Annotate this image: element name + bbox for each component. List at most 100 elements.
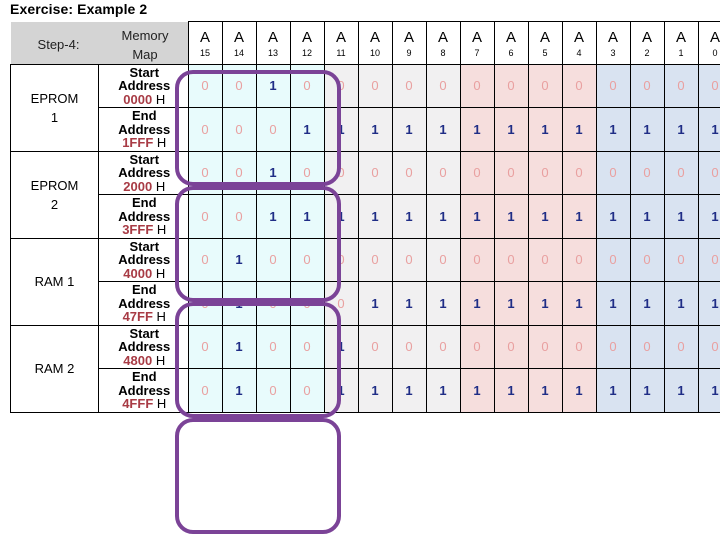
bit-cell: 0 <box>630 325 664 369</box>
bit-cell: 1 <box>494 282 528 326</box>
bit-cell: 0 <box>630 151 664 195</box>
bit-cell: 0 <box>426 325 460 369</box>
table-header-row: Step-4:MemoryMapA15A14A13A12A11A10A9A8A7… <box>11 22 720 65</box>
bit-cell: 0 <box>222 108 256 152</box>
address-kind-label: Start <box>104 327 185 341</box>
address-prefix: A <box>223 30 256 45</box>
address-word-label: Address <box>104 297 185 311</box>
bit-cell: 1 <box>664 369 698 413</box>
bit-cell: 0 <box>358 238 392 282</box>
device-name-line-2: 1 <box>11 108 98 127</box>
hex-address-line: 47FF H <box>104 310 185 324</box>
bit-cell: 1 <box>698 108 720 152</box>
bit-cell: 1 <box>358 282 392 326</box>
bit-cell: 0 <box>630 64 664 108</box>
device-name-cell: RAM 2 <box>11 325 99 412</box>
address-index: 2 <box>631 49 664 58</box>
address-line-header-A9: A9 <box>392 22 426 65</box>
bit-cell: 0 <box>630 238 664 282</box>
bit-cell: 1 <box>358 108 392 152</box>
bit-cell: 1 <box>664 282 698 326</box>
hex-suffix: H <box>156 266 165 281</box>
hex-address-value: 47FF <box>123 309 153 324</box>
bit-cell: 0 <box>562 64 596 108</box>
table-row: EPROM1StartAddress0000 H0010000000000000 <box>11 64 720 108</box>
device-name-cell: EPROM1 <box>11 64 99 151</box>
header-map-line-1: Memory <box>122 28 169 43</box>
address-prefix: A <box>189 30 222 45</box>
bit-cell: 0 <box>596 325 630 369</box>
address-prefix: A <box>699 30 720 45</box>
table-row: EndAddress1FFF H0001111111111111 <box>11 108 720 152</box>
address-kind-label: End <box>104 283 185 297</box>
highlight-box <box>175 418 341 534</box>
bit-cell: 1 <box>392 195 426 239</box>
bit-cell: 1 <box>290 108 324 152</box>
address-prefix: A <box>665 30 698 45</box>
bit-cell: 0 <box>426 64 460 108</box>
bit-cell: 1 <box>222 369 256 413</box>
address-prefix: A <box>529 30 562 45</box>
bit-cell: 1 <box>562 195 596 239</box>
bit-cell: 1 <box>596 369 630 413</box>
address-index: 9 <box>393 49 426 58</box>
address-prefix: A <box>461 30 494 45</box>
bit-cell: 1 <box>494 369 528 413</box>
hex-address-value: 4000 <box>123 266 152 281</box>
bit-cell: 1 <box>528 108 562 152</box>
bit-cell: 1 <box>256 151 290 195</box>
bit-cell: 0 <box>256 282 290 326</box>
hex-address-value: 1FFF <box>122 135 153 150</box>
address-descriptor-cell: StartAddress2000 H <box>99 151 189 195</box>
bit-cell: 1 <box>222 238 256 282</box>
bit-cell: 1 <box>630 108 664 152</box>
device-name-cell: RAM 1 <box>11 238 99 325</box>
bit-cell: 0 <box>460 325 494 369</box>
bit-cell: 1 <box>528 282 562 326</box>
bit-cell: 0 <box>358 151 392 195</box>
bit-cell: 0 <box>426 238 460 282</box>
bit-cell: 1 <box>596 282 630 326</box>
address-line-header-A13: A13 <box>256 22 290 65</box>
address-kind-label: End <box>104 109 185 123</box>
bit-cell: 0 <box>460 64 494 108</box>
hex-address-value: 2000 <box>123 179 152 194</box>
bit-cell: 0 <box>256 238 290 282</box>
bit-cell: 1 <box>596 108 630 152</box>
address-kind-label: Start <box>104 66 185 80</box>
bit-cell: 0 <box>256 369 290 413</box>
address-index: 3 <box>597 49 630 58</box>
hex-suffix: H <box>156 179 165 194</box>
bit-cell: 0 <box>290 369 324 413</box>
address-word-label: Address <box>104 166 185 180</box>
bit-cell: 0 <box>222 64 256 108</box>
memory-map-table: Step-4:MemoryMapA15A14A13A12A11A10A9A8A7… <box>10 21 720 413</box>
bit-cell: 1 <box>324 369 358 413</box>
bit-cell: 1 <box>426 108 460 152</box>
address-descriptor-cell: EndAddress47FF H <box>99 282 189 326</box>
bit-cell: 1 <box>664 195 698 239</box>
bit-cell: 1 <box>392 369 426 413</box>
bit-cell: 1 <box>392 108 426 152</box>
hex-suffix: H <box>157 135 166 150</box>
bit-cell: 0 <box>494 151 528 195</box>
bit-cell: 0 <box>188 195 222 239</box>
bit-cell: 1 <box>324 108 358 152</box>
bit-cell: 0 <box>290 238 324 282</box>
bit-cell: 1 <box>698 195 720 239</box>
address-kind-label: Start <box>104 240 185 254</box>
bit-cell: 1 <box>630 282 664 326</box>
bit-cell: 1 <box>256 195 290 239</box>
bit-cell: 1 <box>528 195 562 239</box>
bit-cell: 1 <box>426 369 460 413</box>
address-index: 10 <box>359 49 392 58</box>
address-kind-label: End <box>104 370 185 384</box>
bit-cell: 0 <box>664 64 698 108</box>
bit-cell: 0 <box>698 151 720 195</box>
bit-cell: 0 <box>392 325 426 369</box>
bit-cell: 0 <box>426 151 460 195</box>
bit-cell: 1 <box>460 195 494 239</box>
device-name-line-1: RAM 1 <box>11 272 98 291</box>
memory-map-container: Step-4:MemoryMapA15A14A13A12A11A10A9A8A7… <box>10 21 706 413</box>
device-name-line-2: 2 <box>11 195 98 214</box>
